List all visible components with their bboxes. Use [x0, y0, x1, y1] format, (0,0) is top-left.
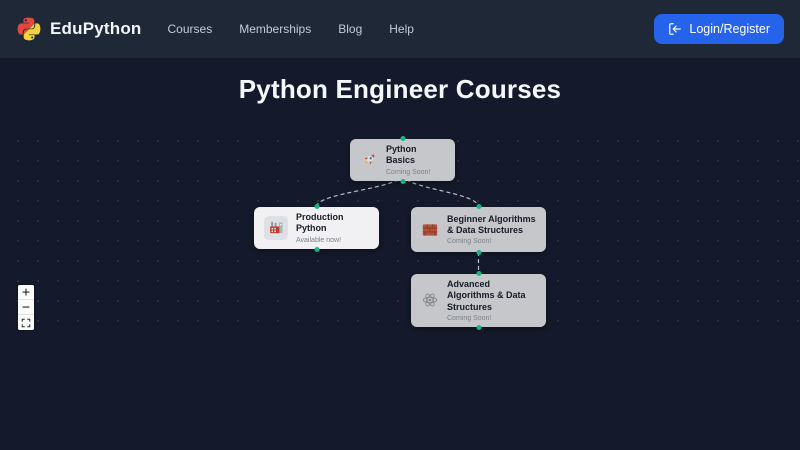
atom-icon [421, 291, 439, 309]
node-handle-top[interactable] [476, 271, 481, 276]
zoom-out-icon [21, 302, 31, 312]
course-node-beginner-algorithms[interactable]: Beginner Algorithms & Data Structures Co… [411, 207, 546, 252]
course-node-production-python[interactable]: Production Python Available now! [254, 207, 379, 249]
brand-logo[interactable]: EduPython [16, 16, 142, 42]
course-flow-canvas[interactable]: Python Basics Coming Soon! [0, 122, 800, 338]
node-handle-top[interactable] [314, 204, 319, 209]
rocket-icon [360, 151, 378, 169]
fit-view-icon [21, 318, 31, 328]
zoom-out-button[interactable] [18, 300, 34, 315]
node-subtitle: Available now! [296, 237, 369, 244]
node-title: Python Basics [386, 144, 445, 167]
login-register-button[interactable]: Login/Register [654, 14, 784, 44]
node-handle-top[interactable] [400, 136, 405, 141]
nav-link-courses[interactable]: Courses [168, 22, 213, 36]
brick-icon [421, 221, 439, 239]
page-title: Python Engineer Courses [0, 74, 800, 105]
python-logo-icon [16, 16, 42, 42]
course-node-advanced-algorithms[interactable]: Advanced Algorithms & Data Structures Co… [411, 274, 546, 327]
login-button-label: Login/Register [689, 22, 770, 36]
node-handle-top[interactable] [476, 204, 481, 209]
node-subtitle: Coming Soon! [447, 238, 536, 245]
node-handle-bottom[interactable] [476, 250, 481, 255]
flow-controls [18, 285, 34, 330]
nav-link-memberships[interactable]: Memberships [239, 22, 311, 36]
zoom-in-button[interactable] [18, 285, 34, 300]
node-subtitle: Coming Soon! [386, 169, 445, 176]
node-title: Beginner Algorithms & Data Structures [447, 214, 536, 237]
factory-icon [264, 216, 288, 240]
zoom-in-icon [21, 287, 31, 297]
node-subtitle: Coming Soon! [447, 315, 536, 322]
fit-view-button[interactable] [18, 315, 34, 330]
node-handle-bottom[interactable] [400, 179, 405, 184]
edupython-app: EduPython Courses Memberships Blog Help … [0, 0, 800, 450]
nav-links: Courses Memberships Blog Help [168, 22, 414, 36]
node-title: Production Python [296, 212, 369, 235]
login-icon [668, 22, 682, 36]
node-title: Advanced Algorithms & Data Structures [447, 279, 536, 313]
node-handle-bottom[interactable] [314, 247, 319, 252]
brand-name: EduPython [50, 19, 142, 39]
node-handle-bottom[interactable] [476, 325, 481, 330]
navbar: EduPython Courses Memberships Blog Help … [0, 0, 800, 58]
course-node-python-basics[interactable]: Python Basics Coming Soon! [350, 139, 455, 181]
nav-link-help[interactable]: Help [389, 22, 414, 36]
nav-link-blog[interactable]: Blog [338, 22, 362, 36]
